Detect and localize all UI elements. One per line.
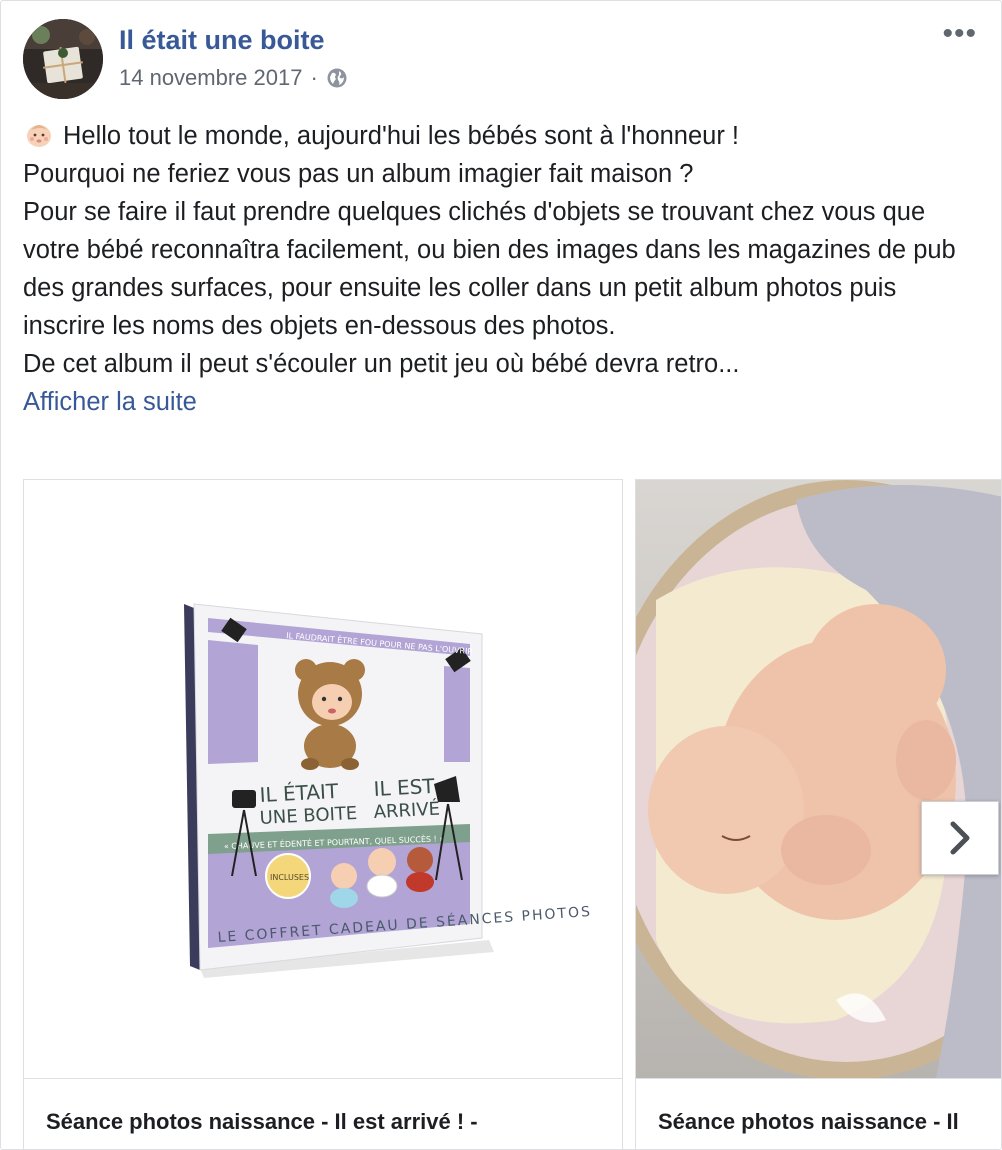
- post-text-line: Pour se faire il faut prendre quelques c…: [23, 198, 956, 340]
- globe-icon[interactable]: [326, 67, 348, 89]
- link-carousel: IL ÉTAIT UNE BOITE IL EST ARRIVÉ « CHAUV…: [23, 479, 1001, 1149]
- post-card: Il était une boite 14 novembre 2017 · ••…: [0, 0, 1002, 1150]
- see-more-link[interactable]: Afficher la suite: [23, 388, 197, 416]
- carousel-caption: Séance photos naissance - Il: [636, 1078, 1001, 1149]
- baby-emoji-icon: [23, 121, 55, 147]
- post-text-line: De cet album il peut s'écouler un petit …: [23, 350, 740, 378]
- box-title-left-1: IL ÉTAIT: [259, 779, 339, 807]
- post-meta: 14 novembre 2017 ·: [119, 65, 348, 91]
- carousel-next-button[interactable]: [921, 801, 999, 875]
- post-date[interactable]: 14 novembre 2017: [119, 65, 302, 91]
- box-title-right-2: ARRIVÉ: [373, 798, 440, 823]
- chevron-right-icon: [950, 821, 970, 855]
- post-options-button[interactable]: •••: [942, 19, 977, 49]
- page-name-link[interactable]: Il était une boite: [119, 25, 325, 56]
- newborn-photo: [636, 480, 1001, 1078]
- page-avatar[interactable]: [23, 19, 103, 99]
- carousel-item-title[interactable]: Séance photos naissance - Il est arrivé …: [46, 1109, 478, 1135]
- carousel-item[interactable]: IL ÉTAIT UNE BOITE IL EST ARRIVÉ « CHAUV…: [23, 479, 623, 1149]
- box-title-right-1: IL EST: [373, 774, 436, 801]
- post-text-line: Hello tout le monde, aujourd'hui les béb…: [23, 117, 983, 155]
- post-text-line: Pourquoi ne feriez vous pas un album ima…: [23, 160, 694, 188]
- post-text: Hello tout le monde, aujourd'hui les béb…: [23, 117, 983, 421]
- box-badge: INCLUSES: [270, 873, 309, 882]
- avatar-image: [23, 19, 103, 99]
- product-box-image: IL ÉTAIT UNE BOITE IL EST ARRIVÉ « CHAUV…: [24, 480, 622, 1078]
- carousel-caption: Séance photos naissance - Il est arrivé …: [24, 1078, 622, 1149]
- meta-separator: ·: [310, 65, 318, 90]
- carousel-item-title[interactable]: Séance photos naissance - Il: [658, 1109, 959, 1135]
